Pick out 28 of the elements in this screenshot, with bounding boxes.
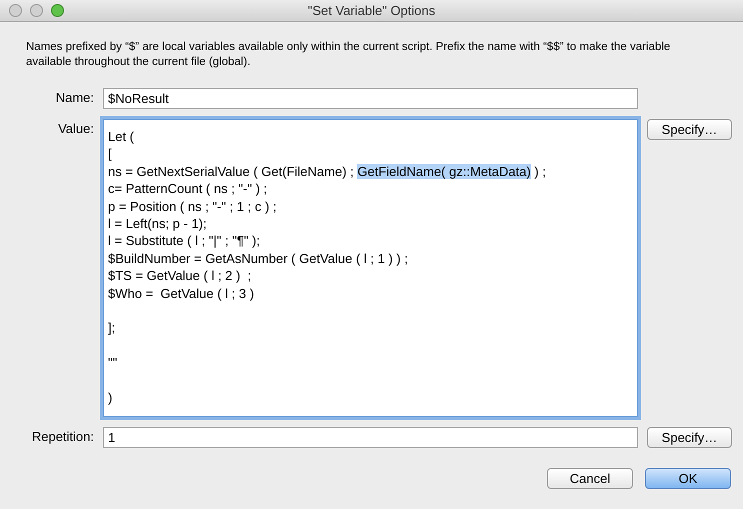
repetition-field[interactable]: 1 [103,427,638,448]
ok-button[interactable]: OK [645,468,731,489]
code-line: ns = GetNextSerialValue ( Get(FileName) ; GetFieldName( gz::MetaData) ) ; [108,162,547,180]
name-field[interactable]: $NoResult [103,88,638,109]
zoom-icon[interactable] [51,4,64,17]
code-line: [ [108,145,113,163]
field-label: Repetition: [32,428,94,446]
cancel-button[interactable]: Cancel [547,468,633,489]
code-line: $BuildNumber = GetAsNumber ( GetValue ( l ; 1 ) ) ; [108,250,409,268]
field-label: Value: [58,120,94,138]
code-line: $TS = GetValue ( l ; 2 ) ; [108,267,252,285]
code-line: Let ( [108,128,136,146]
specify-button[interactable]: Specify… [647,427,732,448]
code-line: l = Substitute ( l ; "|" ; "¶" ); [108,232,262,250]
field-label: Name: [56,89,94,107]
specify-button[interactable]: Specify… [647,119,732,140]
code-line: "" [108,354,118,372]
value-field[interactable] [103,119,638,417]
code-line: ]; [108,319,116,337]
description-text: Names prefixed by “$” are local variables available only within the current script. Prefix the name with “$$” to make the variable available throughout the current file (global). [26,40,672,70]
minimize-icon[interactable] [30,4,43,17]
code-line: $Who = GetValue ( l ; 3 ) [108,284,256,302]
code-line: p = Position ( ns ; "-" ; 1 ; c ) ; [108,198,278,216]
close-icon[interactable] [9,4,22,17]
code-line: c= PatternCount ( ns ; "-" ) ; [108,180,268,198]
code-line: l = Left(ns; p - 1); [108,215,208,232]
window-title: "Set Variable" Options [308,3,436,18]
code-line: ) [108,389,114,406]
